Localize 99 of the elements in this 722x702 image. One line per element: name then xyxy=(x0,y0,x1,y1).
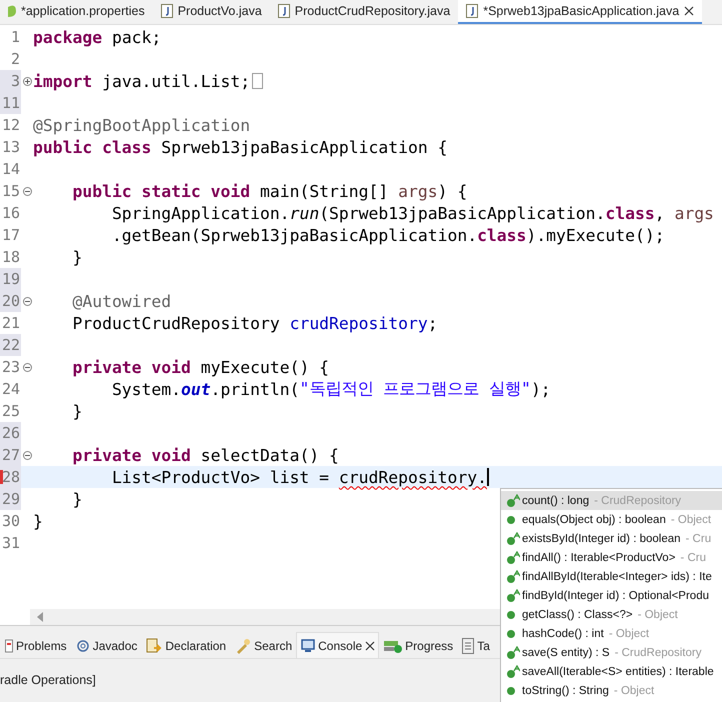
at-sign-icon xyxy=(76,638,90,652)
line-number: 31 xyxy=(2,534,21,552)
owner-label: - Object xyxy=(638,608,678,620)
view-tab[interactable]: Declaration xyxy=(141,632,230,658)
completion-item[interactable]: findAll() : Iterable<ProductVo> - Cru xyxy=(501,548,722,567)
line-number: 14 xyxy=(2,160,21,178)
editor-tab[interactable]: *application.properties xyxy=(0,0,153,24)
code-line: } xyxy=(71,490,82,508)
line-number: 18 xyxy=(2,248,21,266)
close-icon[interactable] xyxy=(684,6,694,16)
editor-tab[interactable]: ProductCrudRepository.java xyxy=(270,0,458,24)
completion-item[interactable]: toString() : String - Object xyxy=(501,681,722,700)
console-text: radle Operations] xyxy=(0,672,96,687)
line-number: 13 xyxy=(2,138,21,156)
completion-item[interactable]: saveAll(Iterable<S> entities) : Iterable xyxy=(501,662,722,681)
completion-item[interactable]: existsById(Integer id) : boolean - Cru xyxy=(501,529,722,548)
owner-label: - Cru xyxy=(686,532,712,544)
line-number: 19 xyxy=(2,270,21,288)
view-tab[interactable]: Ta xyxy=(457,632,494,658)
collapse-icon[interactable] xyxy=(22,362,32,372)
line-number: 26 xyxy=(2,424,21,442)
code-line: ProductCrudRepository crudRepository; xyxy=(71,314,438,332)
completion-item[interactable]: findById(Integer id) : Optional<Produ xyxy=(501,586,722,605)
code-line: import java.util.List; xyxy=(33,72,264,90)
leaf-icon xyxy=(8,5,16,17)
line-number: 2 xyxy=(10,50,21,68)
editor-tab[interactable]: *Sprweb13jpaBasicApplication.java xyxy=(458,0,702,24)
line-number: 21 xyxy=(2,314,21,332)
line-number: 1 xyxy=(10,28,21,46)
line-number: 23 xyxy=(2,358,21,376)
line-number: 30 xyxy=(2,512,21,530)
owner-label: - Object xyxy=(670,514,712,526)
view-tab[interactable]: Search xyxy=(230,632,296,658)
line-number: 3 xyxy=(10,72,21,90)
completion-item[interactable]: save(S entity) : S - CrudRepository xyxy=(501,643,722,662)
override-method-icon xyxy=(506,664,520,678)
line-number: 24 xyxy=(2,380,21,398)
view-tab[interactable]: Problems xyxy=(0,632,71,658)
code-line: } xyxy=(33,512,43,530)
collapse-icon[interactable] xyxy=(22,450,32,460)
clipboard-icon xyxy=(462,638,474,654)
line-number: 12 xyxy=(2,116,21,134)
code-line: } xyxy=(71,248,82,266)
line-number: 11 xyxy=(2,94,21,112)
flashlight-icon xyxy=(235,638,252,654)
override-method-icon xyxy=(506,570,520,584)
completion-item[interactable]: getClass() : Class<?> - Object xyxy=(501,605,722,624)
folded-code-icon[interactable] xyxy=(252,73,264,89)
code-line: } xyxy=(71,402,82,420)
document-arrow-icon xyxy=(146,638,162,654)
collapse-icon[interactable] xyxy=(22,296,32,306)
java-file-icon xyxy=(466,4,478,18)
owner-label: - CrudRepository xyxy=(614,646,702,658)
close-icon[interactable] xyxy=(365,640,376,650)
owner-label: - Object xyxy=(608,628,650,640)
code-line: private void myExecute() { xyxy=(71,358,330,376)
completion-item[interactable]: findAllById(Iterable<Integer> ids) : Ite xyxy=(501,567,722,586)
override-method-icon xyxy=(506,532,520,546)
view-tab[interactable]: Progress xyxy=(379,632,458,658)
code-line: .getBean(Sprweb13jpaBasicApplication.class).myExecute(); xyxy=(110,226,665,244)
expand-icon[interactable] xyxy=(22,76,32,86)
owner-label: - Cru xyxy=(680,552,706,564)
line-number: 17 xyxy=(2,226,21,244)
line-number: 15 xyxy=(2,182,21,200)
progress-icon xyxy=(384,638,402,652)
collapse-icon[interactable] xyxy=(22,186,32,196)
text-caret xyxy=(486,468,489,486)
code-line: public static void main(String[] args) { xyxy=(71,182,468,200)
code-line: System.out.println("독립적인 프로그램으로 실행"); xyxy=(110,378,551,400)
line-number: 20 xyxy=(2,292,21,310)
line-number: 28 xyxy=(2,468,21,486)
completion-item[interactable]: hashCode() : int - Object xyxy=(501,624,722,643)
problems-icon xyxy=(5,638,13,652)
code-line: package pack; xyxy=(33,28,162,46)
line-number: 29 xyxy=(2,490,21,508)
code-line: @Autowired xyxy=(71,292,172,310)
owner-label: - CrudRepository xyxy=(594,494,682,506)
line-number: 22 xyxy=(2,336,21,354)
code-line: @SpringBootApplication xyxy=(33,116,250,134)
java-file-icon xyxy=(160,4,173,18)
override-method-icon xyxy=(506,494,520,508)
code-line: SpringApplication.run(Sprweb13jpaBasicApplication.class, args xyxy=(110,204,714,222)
view-tab[interactable]: Javadoc xyxy=(70,632,142,658)
monitor-icon xyxy=(301,638,316,652)
line-number: 25 xyxy=(2,402,21,420)
owner-label: - Object xyxy=(614,684,654,696)
view-tab[interactable]: Console xyxy=(296,632,380,658)
code-line: private void selectData() { xyxy=(71,446,339,464)
code-line: List<ProductVo> list = crudRepository. xyxy=(110,468,489,486)
editor-tab[interactable]: ProductVo.java xyxy=(152,0,270,24)
override-method-icon xyxy=(506,588,520,602)
override-method-icon xyxy=(506,550,520,564)
line-number: 27 xyxy=(2,446,21,464)
line-number: 16 xyxy=(2,204,21,222)
code-line: public class Sprweb13jpaBasicApplication { xyxy=(33,138,448,156)
override-method-icon xyxy=(506,646,520,660)
completion-item[interactable]: equals(Object obj) : boolean - Object xyxy=(501,510,722,529)
java-file-icon xyxy=(278,4,290,18)
completion-item[interactable]: count() : long - CrudRepository xyxy=(501,491,722,510)
